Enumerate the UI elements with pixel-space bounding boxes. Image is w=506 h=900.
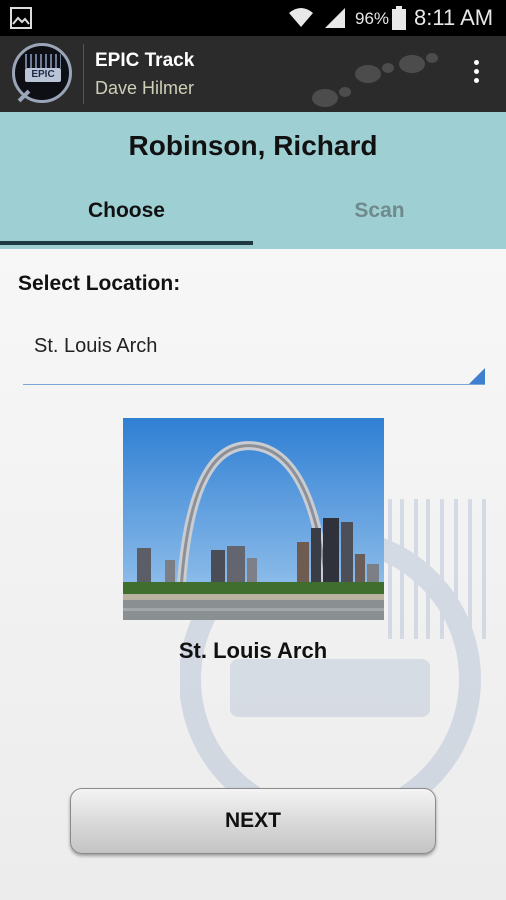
- tab-choose[interactable]: Choose: [0, 188, 253, 249]
- active-tab-indicator: [0, 241, 253, 245]
- arch-skyline-image: [123, 418, 384, 620]
- location-select-value: St. Louis Arch: [34, 335, 158, 357]
- location-photo: [123, 418, 384, 620]
- signal-icon: [325, 8, 345, 28]
- overflow-menu-icon[interactable]: [466, 60, 486, 90]
- status-bar: 96% 8:11 AM: [0, 0, 506, 36]
- content-area: Select Location: St. Louis Arch St. Loui…: [0, 249, 506, 900]
- tab-scan[interactable]: Scan: [253, 188, 506, 249]
- battery-icon: [392, 6, 406, 30]
- dropdown-caret-icon: [469, 368, 485, 384]
- magnifier-handle: [17, 89, 31, 103]
- header-band: Robinson, Richard Choose Scan: [0, 112, 506, 249]
- next-button[interactable]: NEXT: [70, 788, 436, 854]
- barcode-graphic: [25, 54, 61, 68]
- gallery-icon: [10, 7, 32, 29]
- footprints-icon: [312, 53, 438, 107]
- app-logo[interactable]: EPIC: [12, 43, 72, 103]
- wifi-icon: [289, 8, 313, 27]
- app-subtitle: Dave Hilmer: [95, 78, 195, 98]
- app-bar-divider: [83, 44, 84, 104]
- battery-percent: 96%: [355, 9, 390, 28]
- select-location-label: Select Location:: [18, 272, 181, 295]
- location-select[interactable]: St. Louis Arch: [23, 321, 485, 385]
- clock: 8:11 AM: [414, 5, 494, 30]
- app-bar: EPIC EPIC Track Dave Hilmer: [0, 36, 506, 112]
- patient-name: Robinson, Richard: [128, 130, 378, 161]
- logo-text: EPIC: [25, 68, 61, 82]
- location-caption: St. Louis Arch: [178, 638, 328, 663]
- app-title: EPIC Track: [95, 50, 195, 71]
